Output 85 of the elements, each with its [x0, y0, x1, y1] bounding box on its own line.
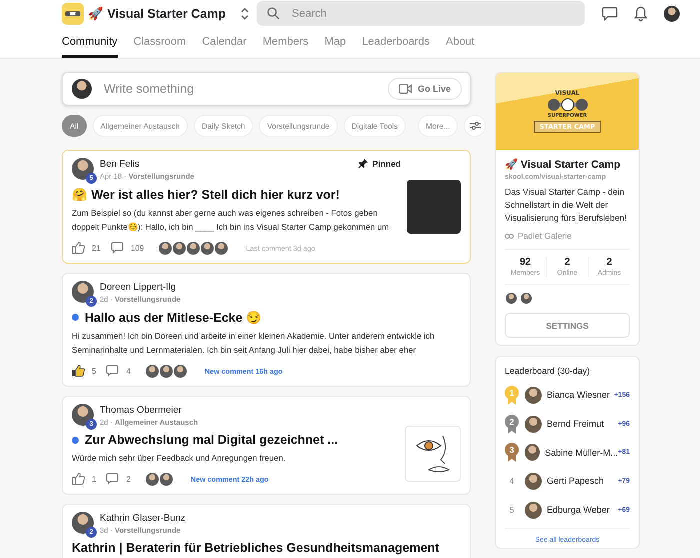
- post-excerpt: Hi zusammen! Ich bin Doreen und arbeite in einer kleinen Akademie. Unter anderem entwickle ich Seminarinhalte und Lernmaterialen. Ich bin seit Anfang Juli hier dabei, habe bisher aber eher: [72, 330, 436, 357]
- author-avatar[interactable]: [72, 404, 94, 426]
- member-name[interactable]: Bernd Freimut: [547, 419, 618, 430]
- commenter-avatar: [144, 364, 160, 378]
- comment-count: 109: [130, 244, 144, 252]
- member-name[interactable]: Edburga Weber: [547, 505, 618, 516]
- filter-settings-icon[interactable]: [464, 115, 486, 137]
- commenter-avatar: [214, 240, 230, 256]
- admin-avatar: [505, 292, 518, 305]
- author-avatar[interactable]: [72, 158, 94, 180]
- community-name[interactable]: 🚀 Visual Starter Camp: [88, 6, 226, 21]
- post-title[interactable]: 🤗 Wer ist alles hier? Stell dich hier kurz vor!: [72, 187, 340, 202]
- post-excerpt: Würde mich sehr über Feedback und Anregungen freuen.: [72, 452, 287, 465]
- pin-icon: [358, 158, 369, 169]
- nav-tab[interactable]: Calendar: [202, 31, 247, 58]
- comment-count: 4: [126, 366, 131, 376]
- user-avatar[interactable]: [664, 6, 680, 22]
- leaderboard-title: Leaderboard (30-day): [505, 366, 592, 376]
- stat-value: 2: [564, 257, 572, 268]
- admin-avatar: [520, 292, 533, 305]
- member-avatar[interactable]: [525, 386, 542, 404]
- thumbs-up-icon[interactable]: [72, 473, 85, 485]
- community-name: 🚀 Visual Starter Camp: [505, 158, 622, 171]
- thumbs-up-icon[interactable]: [72, 365, 85, 377]
- comment-icon[interactable]: [106, 473, 120, 485]
- go-live-button[interactable]: Go Live: [388, 78, 462, 100]
- composer-field[interactable]: Write something Go Live: [62, 72, 471, 106]
- stat-value: 92: [518, 257, 532, 268]
- comment-icon[interactable]: [110, 242, 124, 254]
- search-input[interactable]: Search: [290, 6, 574, 20]
- commenter-avatar: [200, 240, 216, 256]
- nav-tab[interactable]: About: [446, 31, 475, 58]
- nav-tab[interactable]: Members: [262, 31, 309, 58]
- member-avatar[interactable]: [525, 416, 542, 433]
- user-avatar: [72, 79, 92, 99]
- member-name[interactable]: Bianca Wiesner: [547, 390, 614, 400]
- chevron-up-down-icon[interactable]: [240, 6, 250, 20]
- community-logo[interactable]: [62, 2, 84, 24]
- author-name[interactable]: Kathrin Glaser-Bunz: [100, 513, 186, 524]
- commenter-avatar: [158, 472, 174, 486]
- like-count: 5: [92, 366, 96, 376]
- chat-icon[interactable]: [602, 6, 618, 20]
- nav-tab[interactable]: Map: [324, 31, 346, 58]
- bell-icon[interactable]: [634, 6, 648, 22]
- author-avatar[interactable]: [72, 281, 94, 303]
- pinned-label: Pinned: [358, 158, 401, 169]
- member-name[interactable]: Gerti Papesch: [547, 476, 618, 486]
- nav-tab[interactable]: Leaderboards: [362, 31, 430, 58]
- author-name[interactable]: Thomas Obermeier: [100, 405, 198, 416]
- rank-number: 5: [510, 505, 514, 516]
- commenter-avatar: [158, 364, 174, 378]
- settings-button[interactable]: SETTINGS: [505, 313, 630, 338]
- comment-icon[interactable]: [106, 365, 120, 377]
- nav-tab[interactable]: Classroom: [134, 31, 186, 58]
- commenter-avatar: [172, 240, 188, 256]
- post-title[interactable]: Zur Abwechslung mal Digital gezeichnet ...: [85, 433, 338, 447]
- post-title[interactable]: Kathrin | Beraterin für Betriebliches Gesundheitsmanagement: [72, 541, 440, 555]
- link-icon: [505, 234, 514, 238]
- nav-tab[interactable]: Community: [62, 31, 118, 58]
- search-field[interactable]: Search: [257, 1, 586, 26]
- padlet-link[interactable]: Padlet Galerie: [518, 231, 572, 241]
- author-avatar[interactable]: [72, 512, 94, 534]
- member-avatar[interactable]: [525, 502, 542, 519]
- dumbbell-icon: [548, 97, 588, 113]
- community-description: Das Visual Starter Camp - dein Schnellstart in die Welt der Visualisierung fürs Berufsleben!: [505, 186, 628, 225]
- video-camera-icon: [398, 84, 412, 94]
- commenter-avatar: [158, 240, 174, 256]
- stat-value: 2: [606, 257, 614, 268]
- like-count: 1: [92, 474, 96, 484]
- eye-sketch-thumbnail[interactable]: [405, 426, 461, 482]
- like-count: 21: [92, 244, 101, 252]
- commenter-avatar: [186, 240, 202, 256]
- commenter-avatar: [172, 364, 188, 378]
- author-name[interactable]: Doreen Lippert-Ilg: [100, 282, 181, 293]
- thumbs-up-icon[interactable]: [72, 242, 85, 254]
- comment-count: 2: [126, 474, 131, 484]
- post-title[interactable]: Hallo aus der Mitlese-Ecke 😏: [85, 310, 262, 325]
- member-name[interactable]: Sabine Müller-M...: [545, 448, 618, 458]
- author-name[interactable]: Ben Felis: [100, 159, 194, 170]
- search-icon: [267, 7, 280, 20]
- rank-number: 4: [510, 476, 514, 486]
- member-avatar[interactable]: [525, 444, 540, 462]
- commenter-avatar: [144, 472, 160, 486]
- post-excerpt: Zum Beispiel so (du kannst aber gerne auch was eigenes schreiben - Fotos geben doppelt Punkte☺): Hallo, ich bin ____ Ich bin ins Visual Starter Camp gekommen um: [72, 207, 390, 234]
- member-avatar[interactable]: [525, 472, 542, 490]
